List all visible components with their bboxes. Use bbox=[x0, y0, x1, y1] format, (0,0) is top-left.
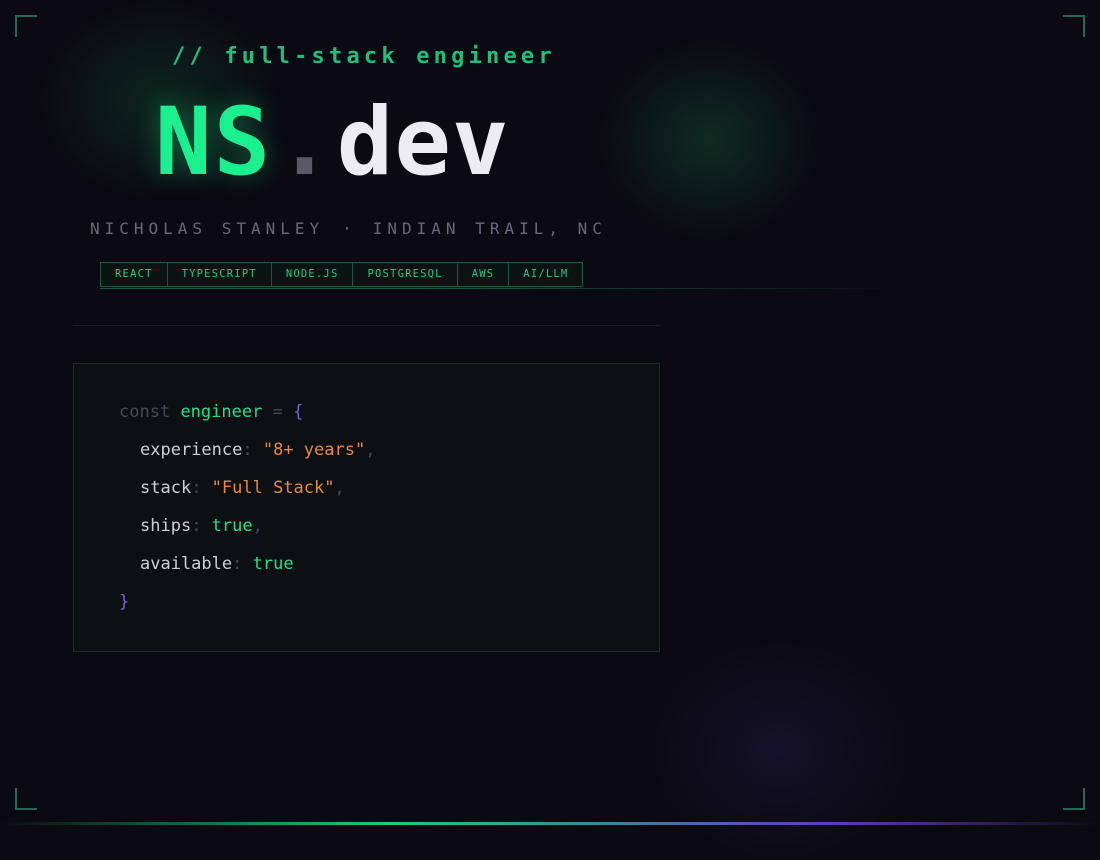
code-comma: , bbox=[252, 516, 263, 536]
code-identifier: engineer bbox=[180, 402, 263, 422]
code-property-key: ships bbox=[140, 516, 192, 536]
code-line-property: ships: true, bbox=[140, 516, 263, 536]
role-subtitle: // full-stack engineer bbox=[172, 44, 556, 69]
full-name: NICHOLAS STANLEY bbox=[90, 219, 325, 238]
tech-tag: AWS bbox=[456, 262, 510, 287]
corner-bracket-bottom-right bbox=[1063, 788, 1085, 810]
logo-suffix: dev bbox=[336, 88, 510, 197]
code-property-value: true bbox=[211, 516, 253, 536]
code-line-property: available: true bbox=[140, 554, 294, 574]
site-logo: NS . dev bbox=[155, 88, 510, 198]
code-property-value: true bbox=[252, 554, 294, 574]
code-colon: : bbox=[242, 440, 263, 460]
code-line-property: stack: "Full Stack", bbox=[140, 478, 345, 498]
tech-tag-list: REACT TYPESCRIPT NODE.JS POSTGRESQL AWS … bbox=[100, 262, 584, 287]
logo-initials: NS bbox=[155, 88, 273, 197]
tech-tag: AI/LLM bbox=[508, 262, 584, 287]
code-colon: : bbox=[232, 554, 253, 574]
tags-underline bbox=[100, 288, 900, 289]
code-close-brace: } bbox=[119, 592, 130, 612]
corner-bracket-bottom-left bbox=[15, 788, 37, 810]
code-keyword: const bbox=[119, 402, 171, 422]
green-glow-top-right bbox=[600, 40, 820, 240]
code-property-key: stack bbox=[140, 478, 192, 498]
section-divider bbox=[73, 325, 660, 326]
name-location-line: NICHOLAS STANLEY · INDIAN TRAIL, NC bbox=[90, 219, 607, 238]
tech-tag: TYPESCRIPT bbox=[166, 262, 272, 287]
tech-tag: NODE.JS bbox=[270, 262, 354, 287]
code-property-value: "8+ years" bbox=[262, 440, 366, 460]
code-line-closing: } bbox=[119, 592, 129, 612]
code-line-property: experience: "8+ years", bbox=[140, 440, 375, 460]
code-assign: = bbox=[272, 402, 283, 422]
tech-tag: POSTGRESQL bbox=[352, 262, 458, 287]
corner-bracket-top-left bbox=[15, 15, 37, 37]
logo-dot: . bbox=[276, 88, 333, 197]
code-property-value: "Full Stack" bbox=[211, 478, 335, 498]
purple-glow-bottom-right bbox=[650, 640, 910, 860]
code-comma: , bbox=[365, 440, 376, 460]
code-property-key: available bbox=[140, 554, 233, 574]
name-separator: · bbox=[342, 219, 357, 238]
code-colon: : bbox=[191, 478, 212, 498]
code-property-key: experience bbox=[140, 440, 243, 460]
code-colon: : bbox=[191, 516, 212, 536]
code-comma: , bbox=[334, 478, 345, 498]
code-open-brace: { bbox=[293, 402, 304, 422]
code-snippet-card: const engineer = { experience: "8+ years… bbox=[73, 363, 660, 652]
location: INDIAN TRAIL, NC bbox=[372, 219, 607, 238]
corner-bracket-top-right bbox=[1063, 15, 1085, 37]
tech-tag: REACT bbox=[100, 262, 168, 287]
code-line-declaration: const engineer = { bbox=[119, 402, 303, 422]
